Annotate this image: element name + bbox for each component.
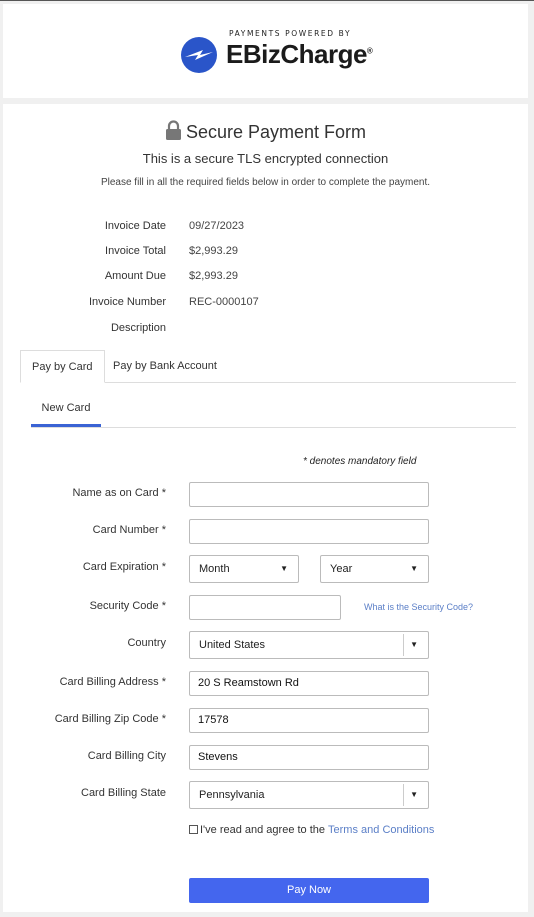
ebizcharge-logo: PAYMENTS POWERED BY EBizCharge® — [181, 29, 373, 79]
select-divider — [403, 784, 404, 806]
country-select[interactable]: United States ▼ — [189, 631, 429, 659]
card-number-input[interactable] — [189, 519, 429, 544]
amount-due-value: $2,993.29 — [189, 270, 238, 282]
invoice-date-label: Invoice Date — [104, 220, 166, 232]
logo-tagline: PAYMENTS POWERED BY — [229, 29, 352, 38]
logo-trademark: ® — [366, 46, 373, 56]
chevron-down-icon: ▼ — [410, 640, 418, 649]
lightning-circle-icon — [181, 37, 217, 73]
invoice-number-label: Invoice Number — [88, 296, 166, 308]
invoice-total-label: Invoice Total — [105, 245, 166, 257]
security-code-help-link[interactable]: What is the Security Code? — [364, 602, 473, 612]
chevron-down-icon: ▼ — [280, 564, 288, 573]
subtab-divider — [31, 427, 516, 428]
chevron-down-icon: ▼ — [410, 790, 418, 799]
logo-name: EBizCharge — [226, 39, 367, 69]
billing-city-label: Card Billing City — [87, 750, 166, 762]
billing-zip-input[interactable]: 17578 — [189, 708, 429, 733]
mandatory-note: * denotes mandatory field — [303, 456, 417, 467]
invoice-number-value: REC-0000107 — [189, 296, 259, 308]
security-code-input[interactable] — [189, 595, 341, 620]
terms-link[interactable]: Terms and Conditions — [328, 824, 434, 836]
form-subtitle: This is a secure TLS encrypted connectio… — [142, 151, 389, 166]
expiration-year-select[interactable]: Year ▼ — [320, 555, 429, 583]
tab-pay-by-bank-account[interactable]: Pay by Bank Account — [102, 350, 228, 383]
lock-icon — [165, 120, 182, 146]
billing-address-label: Card Billing Address * — [59, 676, 166, 688]
invoice-date-value: 09/27/2023 — [189, 220, 245, 232]
amount-due-label: Amount Due — [104, 270, 166, 282]
security-code-label: Security Code * — [89, 600, 166, 612]
expiration-month-value: Month — [199, 563, 230, 575]
tab-new-card[interactable]: New Card — [31, 397, 101, 427]
expiration-year-value: Year — [330, 563, 353, 575]
top-border — [0, 0, 534, 1]
name-on-card-input[interactable] — [189, 482, 429, 507]
payment-method-tabs: Pay by Card Pay by Bank Account — [20, 350, 516, 383]
logo-wordmark: EBizCharge® — [226, 39, 373, 70]
select-divider — [403, 634, 404, 656]
billing-state-select[interactable]: Pennsylvania ▼ — [189, 781, 429, 809]
form-title: Secure Payment Form — [3, 120, 528, 146]
card-number-label: Card Number * — [92, 524, 166, 536]
invoice-total-value: $2,993.29 — [189, 245, 238, 257]
country-label: Country — [127, 637, 166, 649]
payment-panel: Secure Payment Form This is a secure TLS… — [3, 104, 528, 912]
expiration-month-select[interactable]: Month ▼ — [189, 555, 299, 583]
billing-zip-label: Card Billing Zip Code * — [54, 713, 166, 725]
chevron-down-icon: ▼ — [410, 564, 418, 573]
form-instruction: Please fill in all the required fields b… — [100, 177, 431, 188]
billing-state-label: Card Billing State — [81, 787, 166, 799]
form-title-text: Secure Payment Form — [185, 122, 367, 142]
billing-city-input[interactable]: Stevens — [189, 745, 429, 770]
tab-pay-by-card[interactable]: Pay by Card — [20, 350, 105, 383]
terms-text: I've read and agree to the — [200, 824, 326, 836]
pay-now-button[interactable]: Pay Now — [189, 878, 429, 903]
description-label: Description — [110, 322, 166, 334]
name-on-card-label: Name as on Card * — [72, 487, 166, 499]
terms-agreement: I've read and agree to the Terms and Cond… — [189, 824, 434, 836]
country-value: United States — [199, 639, 266, 651]
billing-state-value: Pennsylvania — [199, 789, 265, 801]
card-expiration-label: Card Expiration * — [82, 561, 166, 573]
terms-checkbox[interactable] — [189, 825, 198, 834]
billing-address-input[interactable]: 20 S Reamstown Rd — [189, 671, 429, 696]
brand-header: PAYMENTS POWERED BY EBizCharge® — [3, 4, 528, 98]
